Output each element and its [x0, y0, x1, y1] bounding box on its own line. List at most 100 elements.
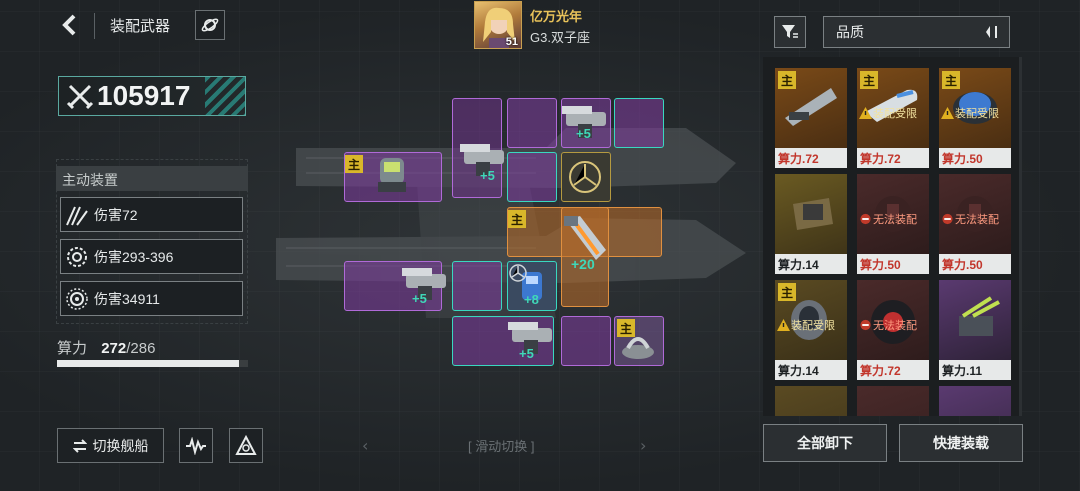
item-card[interactable]: 主算力.72 [775, 68, 847, 168]
swipe-next-icon[interactable]: › [640, 436, 646, 455]
cost-label: 算力.72 [857, 148, 929, 168]
cost-label: 算力.72 [857, 360, 929, 380]
combat-power-value: 105917 [97, 80, 191, 111]
item-card[interactable]: 无法装配算力.50 [939, 174, 1011, 274]
cost-label: 算力.11 [939, 360, 1011, 380]
grid-cell[interactable] [507, 152, 557, 202]
warning-label: 无法装配 [873, 213, 917, 226]
gear-target-icon [64, 244, 90, 270]
skill-gear-ring[interactable]: 伤害34911 [60, 281, 243, 316]
emblem-module-icon [509, 264, 527, 282]
warning-icon [941, 107, 954, 119]
switch-ship-label: 切换舰船 [92, 437, 149, 454]
item-art [939, 280, 1011, 360]
sort-label: 品质 [836, 24, 864, 40]
grid-cell[interactable] [561, 316, 611, 366]
filter-icon [782, 25, 798, 38]
waveform-icon [186, 436, 206, 455]
gear-ring-icon [64, 286, 90, 312]
tri-emblem-button[interactable] [229, 428, 263, 463]
item-art [775, 174, 847, 254]
waveform-button[interactable] [179, 428, 213, 463]
sort-dropdown[interactable]: 品质 [823, 16, 1010, 48]
bonus-value: +20 [571, 256, 595, 272]
swipe-hint: [ 滑动切换 ] [468, 439, 535, 454]
equip-warning: 无法装配 [859, 211, 917, 227]
grid-cell[interactable] [614, 98, 664, 148]
item-card[interactable]: 无法装配算力.72 [857, 280, 929, 380]
skill-slash[interactable]: 伤害72 [60, 197, 243, 232]
quick-equip-label: 快捷装载 [933, 435, 989, 451]
cost-label: 算力.50 [857, 254, 929, 274]
item-card[interactable]: 算力.11 [939, 280, 1011, 380]
bonus-value: +5 [412, 291, 427, 306]
equip-warning: 装配受限 [777, 317, 835, 333]
warning-label: 装配受限 [791, 319, 835, 332]
warning-icon [777, 319, 790, 331]
skill-label: 伤害72 [94, 206, 138, 223]
gun-turret-icon [402, 268, 446, 300]
emblem-module-icon [569, 161, 601, 193]
item-card[interactable] [939, 386, 1011, 416]
divider [94, 13, 95, 39]
avatar[interactable]: 51 [474, 1, 522, 49]
slash-icon [64, 202, 90, 228]
skill-label: 伤害34911 [94, 290, 160, 307]
player-level: 51 [505, 36, 518, 48]
planet-icon [201, 18, 219, 32]
capacity-row: 算力 272/286 [57, 337, 155, 358]
main-badge: 主 [508, 210, 526, 228]
item-card[interactable]: 主装配受限算力.50 [939, 68, 1011, 168]
planet-button[interactable] [195, 10, 225, 40]
capacity-total: /286 [126, 340, 156, 357]
bonus-value: +5 [576, 126, 591, 141]
crossed-swords-icon [66, 84, 94, 110]
player-name: 亿万光年 [530, 9, 583, 24]
swipe-prev-icon[interactable]: ‹ [362, 436, 368, 455]
equip-warning: 装配受限 [859, 105, 917, 121]
section-title: 主动装置 [56, 166, 248, 191]
capacity-label: 算力 [57, 340, 88, 357]
bonus-value: +8 [524, 292, 539, 307]
no-entry-icon [860, 213, 871, 225]
equip-warning: 无法装配 [941, 211, 999, 227]
equip-warning: 装配受限 [941, 105, 999, 121]
twin-turret-icon [959, 296, 1000, 336]
main-badge: 主 [345, 155, 363, 173]
cannon-icon [378, 158, 406, 192]
item-card[interactable]: 主装配受限 算力.72 [857, 68, 929, 168]
item-card[interactable]: 算力.14 [775, 174, 847, 274]
filter-button[interactable] [774, 16, 806, 48]
cost-label: 算力.50 [939, 148, 1011, 168]
item-list-panel: 主算力.72 主装配受限 算力.72 主装配受限 算力.50 算力.14 无法装配 算力.50… [763, 57, 1022, 416]
triangle-emblem-icon [235, 434, 257, 455]
skill-gear-target[interactable]: 伤害293-396 [60, 239, 243, 274]
main-badge: 主 [942, 71, 960, 89]
quick-equip-button[interactable]: 快捷装载 [899, 424, 1023, 462]
back-arrow-icon [62, 14, 76, 36]
item-card[interactable]: 主装配受限 算力.14 [775, 280, 847, 380]
equip-warning: 无法装配 [859, 317, 917, 333]
cost-label: 算力.72 [775, 148, 847, 168]
capacity-used: 272 [101, 340, 127, 357]
player-rank: G3.双子座 [530, 30, 590, 45]
item-card[interactable]: 无法装配算力.50 [857, 174, 929, 274]
main-badge: 主 [617, 319, 635, 337]
no-entry-icon [860, 319, 871, 331]
swap-arrows-icon [72, 438, 87, 453]
bonus-value: +5 [519, 346, 534, 361]
back-button[interactable] [55, 10, 85, 40]
grid-cell[interactable] [452, 261, 502, 311]
item-card[interactable] [857, 386, 929, 416]
main-badge: 主 [778, 71, 796, 89]
unequip-all-button[interactable]: 全部卸下 [763, 424, 887, 462]
stripe-decoration [205, 77, 245, 115]
skill-label: 伤害293-396 [94, 248, 174, 265]
cost-label: 算力.14 [775, 360, 847, 380]
item-card[interactable] [775, 386, 847, 416]
cost-label: 算力.50 [939, 254, 1011, 274]
warning-label: 无法装配 [955, 213, 999, 226]
capacity-bar [57, 360, 248, 367]
switch-ship-button[interactable]: 切换舰船 [57, 428, 164, 463]
grid-cell[interactable] [507, 98, 557, 148]
